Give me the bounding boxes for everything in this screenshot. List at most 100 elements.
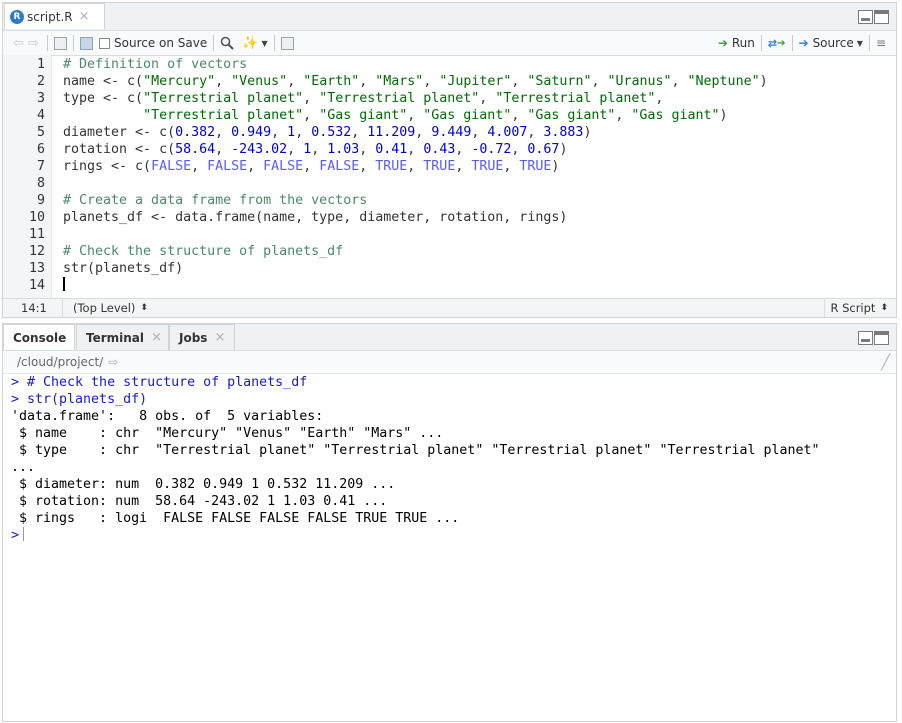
line-number: 12 (28, 244, 45, 259)
scope-label: (Top Level) (73, 301, 136, 315)
source-label: Source (812, 36, 854, 50)
toolbar-divider (868, 35, 870, 51)
line-number: 11 (28, 227, 45, 242)
toolbar-divider (47, 35, 48, 51)
line-number: 2 (36, 74, 45, 89)
minimize-pane-icon[interactable] (858, 10, 873, 24)
working-directory-path: /cloud/project/ (17, 355, 104, 369)
code-text: name <- c("Mercury", "Venus", "Earth", "… (63, 74, 768, 89)
console-output-line: $ rings : logi FALSE FALSE FALSE FALSE T… (11, 511, 460, 526)
close-tab-icon[interactable]: × (214, 330, 225, 345)
editor-tabstrip: R script.R × (3, 3, 896, 31)
close-tab-icon[interactable]: × (79, 9, 90, 24)
code-text: type <- c("Terrestrial planet", "Terrest… (63, 91, 664, 106)
chevron-down-icon[interactable]: ▼ (261, 39, 267, 48)
toolbar-divider (273, 35, 275, 51)
updown-chevron-icon: ⬍ (880, 303, 888, 313)
console-input-line: > # Check the structure of planets_df (11, 375, 308, 390)
line-number: 1 (36, 57, 45, 72)
cursor-position: 14:1 (3, 299, 63, 317)
console-output-line: ... (11, 460, 36, 475)
source-arrow-icon: ➔ (798, 36, 809, 50)
code-text (63, 277, 65, 294)
console-output-line: $ diameter: num 0.382 0.949 1 0.532 11.2… (11, 477, 396, 492)
compile-report-icon[interactable] (280, 36, 294, 50)
rerun-icon: ⇄ (767, 36, 778, 50)
close-tab-icon[interactable]: × (151, 330, 162, 345)
toolbar-divider (213, 35, 215, 51)
file-type-label: R Script (830, 301, 876, 315)
tab-terminal[interactable]: Terminal × (76, 324, 169, 350)
code-text: rings <- c(FALSE, FALSE, FALSE, FALSE, T… (63, 159, 560, 174)
line-number: 13 (28, 261, 45, 276)
console-output-line: $ rotation: num 58.64 -243.02 1 1.03 0.4… (11, 494, 388, 509)
updown-chevron-icon: ⬍ (140, 303, 148, 313)
console-tabstrip: Console Terminal × Jobs × (3, 324, 896, 351)
line-number: 7 (36, 159, 45, 174)
code-text: planets_df <- data.frame(name, type, dia… (63, 210, 568, 225)
r-file-icon: R (10, 9, 24, 24)
editor-pane-controls (858, 10, 889, 24)
console-pane: Console Terminal × Jobs × /cloud/project… (2, 323, 897, 722)
code-text: "Terrestrial planet", "Gas giant", "Gas … (143, 108, 728, 123)
line-number: 14 (28, 278, 45, 293)
tab-label: script.R (27, 9, 73, 24)
line-number: 6 (36, 142, 45, 157)
maximize-pane-icon[interactable] (874, 331, 889, 345)
line-number: 3 (36, 91, 45, 106)
search-icon[interactable] (220, 36, 234, 50)
source-on-save-toggle[interactable]: Source on Save (99, 31, 207, 55)
editor-toolbar: ⇦ ⇨ Source on Save ✨ ▼ ➔ Run ⇄ ➔ ➔ Sourc… (3, 31, 896, 56)
code-text: # Check the structure of planets_df (63, 244, 344, 259)
rerun-arrow-icon: ➔ (777, 37, 786, 49)
code-text: # Create a data frame from the vectors (63, 193, 368, 208)
minimize-pane-icon[interactable] (858, 331, 873, 345)
chevron-down-icon[interactable]: ▼ (857, 39, 863, 48)
show-in-window-icon[interactable] (54, 36, 67, 50)
forward-arrow-icon[interactable]: ⇨ (26, 36, 41, 51)
run-arrow-icon: ➔ (717, 36, 728, 50)
source-on-save-checkbox[interactable] (99, 37, 110, 49)
console-prompt[interactable]: > (11, 527, 896, 544)
input-caret (23, 527, 25, 541)
code-tools-wand-icon[interactable]: ✨ (242, 36, 258, 51)
line-number: 8 (36, 176, 45, 191)
toolbar-divider (73, 35, 74, 51)
rerun-button[interactable]: ⇄ ➔ (768, 31, 786, 55)
tab-console[interactable]: Console (3, 324, 75, 350)
prompt-symbol: > (11, 528, 20, 543)
console-output-line: $ type : chr "Terrestrial planet" "Terre… (11, 443, 820, 458)
source-editor-pane: R script.R × ⇦ ⇨ Source on Save ✨ ▼ ➔ Ru… (2, 2, 897, 318)
toolbar-divider (760, 35, 762, 51)
file-type-selector[interactable]: R Script ⬍ (824, 299, 896, 317)
save-icon[interactable] (80, 36, 93, 50)
line-number: 10 (28, 210, 45, 225)
run-label: Run (731, 36, 755, 50)
tab-script-r[interactable]: R script.R × (4, 3, 105, 29)
line-number: 9 (36, 193, 45, 208)
go-to-directory-icon[interactable]: ⇨ (108, 355, 118, 369)
console-output[interactable]: > # Check the structure of planets_df > s… (3, 374, 896, 721)
code-text: # Definition of vectors (63, 57, 248, 72)
editor-statusbar: 14:1 (Top Level) ⬍ R Script ⬍ (3, 298, 896, 317)
maximize-pane-icon[interactable] (874, 10, 889, 24)
source-button[interactable]: ➔ Source ▼ (799, 31, 863, 55)
tab-jobs[interactable]: Jobs × (169, 324, 235, 350)
line-number: 5 (36, 125, 45, 140)
working-directory-bar: /cloud/project/ ⇨ ╱ (3, 351, 896, 374)
scope-selector[interactable]: (Top Level) ⬍ (63, 299, 824, 317)
tab-jobs-label: Jobs (179, 330, 208, 345)
code-editor[interactable]: 1 # Definition of vectors 2 name <- c("Merc… (3, 55, 896, 298)
document-outline-icon[interactable]: ≡ (876, 31, 886, 55)
console-input-line: > str(planets_df) (11, 392, 148, 407)
tab-terminal-label: Terminal (86, 330, 145, 345)
source-on-save-label: Source on Save (114, 36, 208, 50)
clear-console-broom-icon[interactable]: ╱ (881, 353, 890, 371)
back-arrow-icon[interactable]: ⇦ (11, 36, 26, 51)
code-text: rotation <- c(58.64, -243.02, 1, 1.03, 0… (63, 142, 568, 157)
run-button[interactable]: ➔ Run (718, 31, 755, 55)
tab-console-label: Console (13, 330, 67, 345)
code-text: diameter <- c(0.382, 0.949, 1, 0.532, 11… (63, 125, 592, 140)
line-number: 4 (36, 108, 45, 123)
code-text: str(planets_df) (63, 261, 184, 276)
